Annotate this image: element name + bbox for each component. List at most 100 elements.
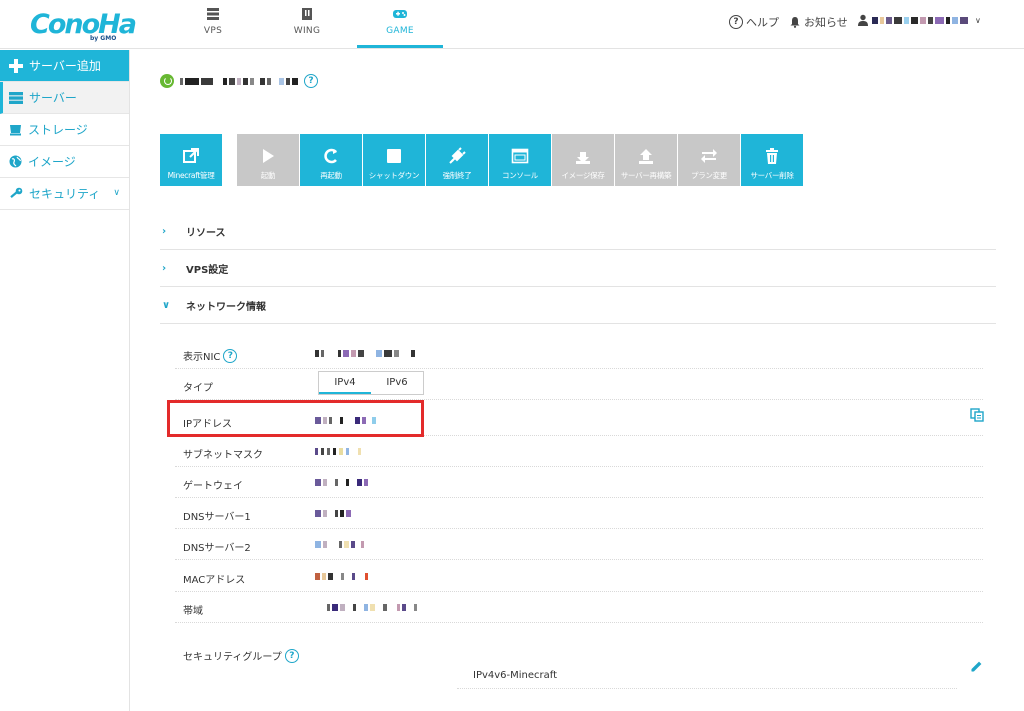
plug-icon <box>449 147 466 164</box>
top-header: ConoHa by GMO VPS WING GAME ? ヘルプ お知らせ ∨ <box>0 0 1024 49</box>
label-text: セキュリティグループ <box>183 652 282 663</box>
subnet-value-redacted <box>315 448 361 455</box>
notice-link[interactable]: お知らせ <box>789 14 848 30</box>
server-action-toolbar: Minecraft管理 起動 再起動 シャットダウン 強制終了 コンソール イメ… <box>160 134 804 186</box>
label-text: 表示NIC <box>183 352 221 363</box>
storage-icon <box>10 125 21 136</box>
tab-ipv6[interactable]: IPv6 <box>371 372 423 394</box>
help-icon[interactable]: ? <box>284 648 299 663</box>
row-dns2: DNSサーバー2 <box>175 529 983 560</box>
toolbar-label: シャットダウン <box>368 171 420 180</box>
dns2-value-redacted <box>315 541 364 548</box>
nav-wing-label: WING <box>293 26 321 36</box>
minecraft-manage-button[interactable]: Minecraft管理 <box>160 134 222 186</box>
restart-icon <box>324 148 337 164</box>
help-icon: ? <box>729 15 743 29</box>
row-label: DNSサーバー2 <box>183 543 251 554</box>
nav-game[interactable]: GAME <box>357 0 443 48</box>
toolbar-label: 起動 <box>260 171 276 180</box>
console-button[interactable]: コンソール <box>489 134 551 186</box>
save-image-button[interactable]: イメージ保存 <box>552 134 614 186</box>
row-label: タイプ <box>183 383 213 394</box>
start-button[interactable]: 起動 <box>237 134 299 186</box>
toolbar-label: サーバー削除 <box>750 171 794 180</box>
play-icon <box>263 149 274 163</box>
dns1-value-redacted <box>315 510 351 517</box>
row-label: セキュリティグループ? <box>183 648 299 663</box>
sidebar-item-add-server[interactable]: サーバー追加 <box>0 50 129 82</box>
divider <box>457 688 957 689</box>
server-stack-icon <box>207 8 219 20</box>
nic-value-redacted <box>315 350 415 357</box>
row-gateway: ゲートウェイ <box>175 467 983 498</box>
nav-game-label: GAME <box>386 26 414 36</box>
chevron-down-icon: ∨ <box>975 15 981 25</box>
sidebar-item-security[interactable]: セキュリティ ∨ <box>0 178 129 210</box>
server-name-redacted <box>180 77 298 85</box>
sidebar-item-label: セキュリティ <box>29 187 101 201</box>
external-link-icon <box>183 148 199 163</box>
sidebar-item-storage[interactable]: ストレージ <box>0 114 129 146</box>
nav-vps[interactable]: VPS <box>170 0 256 48</box>
section-title: VPS設定 <box>186 264 229 276</box>
notice-label: お知らせ <box>804 16 848 29</box>
section-title: リソース <box>186 227 226 239</box>
rebuild-icon <box>639 149 653 164</box>
security-group-value: IPv4v6-Minecraft <box>473 670 558 681</box>
toolbar-label: 再起動 <box>320 171 342 180</box>
help-icon[interactable]: ? <box>223 348 238 363</box>
change-plan-button[interactable]: プラン変更 <box>678 134 740 186</box>
stop-icon <box>387 149 401 163</box>
toolbar-label: サーバー再構築 <box>620 171 672 180</box>
gamepad-icon <box>393 10 407 18</box>
chevron-down-icon: ∨ <box>162 299 171 311</box>
console-icon <box>511 148 529 164</box>
key-icon <box>10 187 23 198</box>
toolbar-label: 強制終了 <box>442 171 472 180</box>
row-label: DNSサーバー1 <box>183 512 251 523</box>
help-link[interactable]: ? ヘルプ <box>729 14 779 30</box>
shutdown-button[interactable]: シャットダウン <box>363 134 425 186</box>
section-resource[interactable]: › リソース <box>160 213 996 250</box>
force-stop-button[interactable]: 強制終了 <box>426 134 488 186</box>
mac-value-redacted <box>315 573 368 580</box>
security-group-row: セキュリティグループ? IPv4v6-Minecraft <box>175 640 983 700</box>
user-name-redacted <box>872 16 968 24</box>
globe-icon <box>9 155 22 168</box>
section-vps-settings[interactable]: › VPS設定 <box>160 250 996 287</box>
rebuild-server-button[interactable]: サーバー再構築 <box>615 134 677 186</box>
row-bandwidth: 帯域 <box>175 592 983 623</box>
tab-ipv4[interactable]: IPv4 <box>319 372 371 394</box>
help-icon[interactable]: ? <box>304 74 318 88</box>
help-label: ヘルプ <box>746 16 779 29</box>
delete-server-button[interactable]: サーバー削除 <box>741 134 803 186</box>
sidebar-item-server[interactable]: サーバー <box>0 82 129 114</box>
restart-button[interactable]: 再起動 <box>300 134 362 186</box>
user-menu[interactable]: ∨ <box>857 14 981 26</box>
sidebar-item-label: サーバー <box>29 91 77 105</box>
sidebar-item-label: ストレージ <box>28 123 88 137</box>
row-label: 表示NIC? <box>183 348 238 363</box>
row-label: サブネットマスク <box>183 450 263 461</box>
save-image-icon <box>576 152 590 164</box>
ip-version-tabs: IPv4 IPv6 <box>318 371 424 395</box>
chevron-down-icon: ∨ <box>113 188 120 198</box>
bell-icon <box>790 17 800 28</box>
conoha-logo[interactable]: ConoHa by GMO <box>30 8 137 42</box>
section-network-info[interactable]: ∨ ネットワーク情報 <box>160 287 996 324</box>
row-dns1: DNSサーバー1 <box>175 498 983 529</box>
chevron-right-icon: › <box>162 225 167 237</box>
nav-wing[interactable]: WING <box>264 0 350 48</box>
plus-icon <box>9 58 23 73</box>
swap-arrows-icon <box>701 149 717 163</box>
nav-vps-label: VPS <box>203 26 223 36</box>
row-mac-address: MACアドレス <box>175 561 983 592</box>
pencil-edit-icon[interactable] <box>969 660 983 674</box>
sidebar-item-image[interactable]: イメージ <box>0 146 129 178</box>
chevron-right-icon: › <box>162 262 167 274</box>
row-label: MACアドレス <box>183 575 246 586</box>
sidebar-item-label: サーバー追加 <box>29 59 101 73</box>
section-title: ネットワーク情報 <box>186 301 266 313</box>
sidebar-item-label: イメージ <box>28 155 76 169</box>
copy-icon[interactable] <box>970 408 984 422</box>
